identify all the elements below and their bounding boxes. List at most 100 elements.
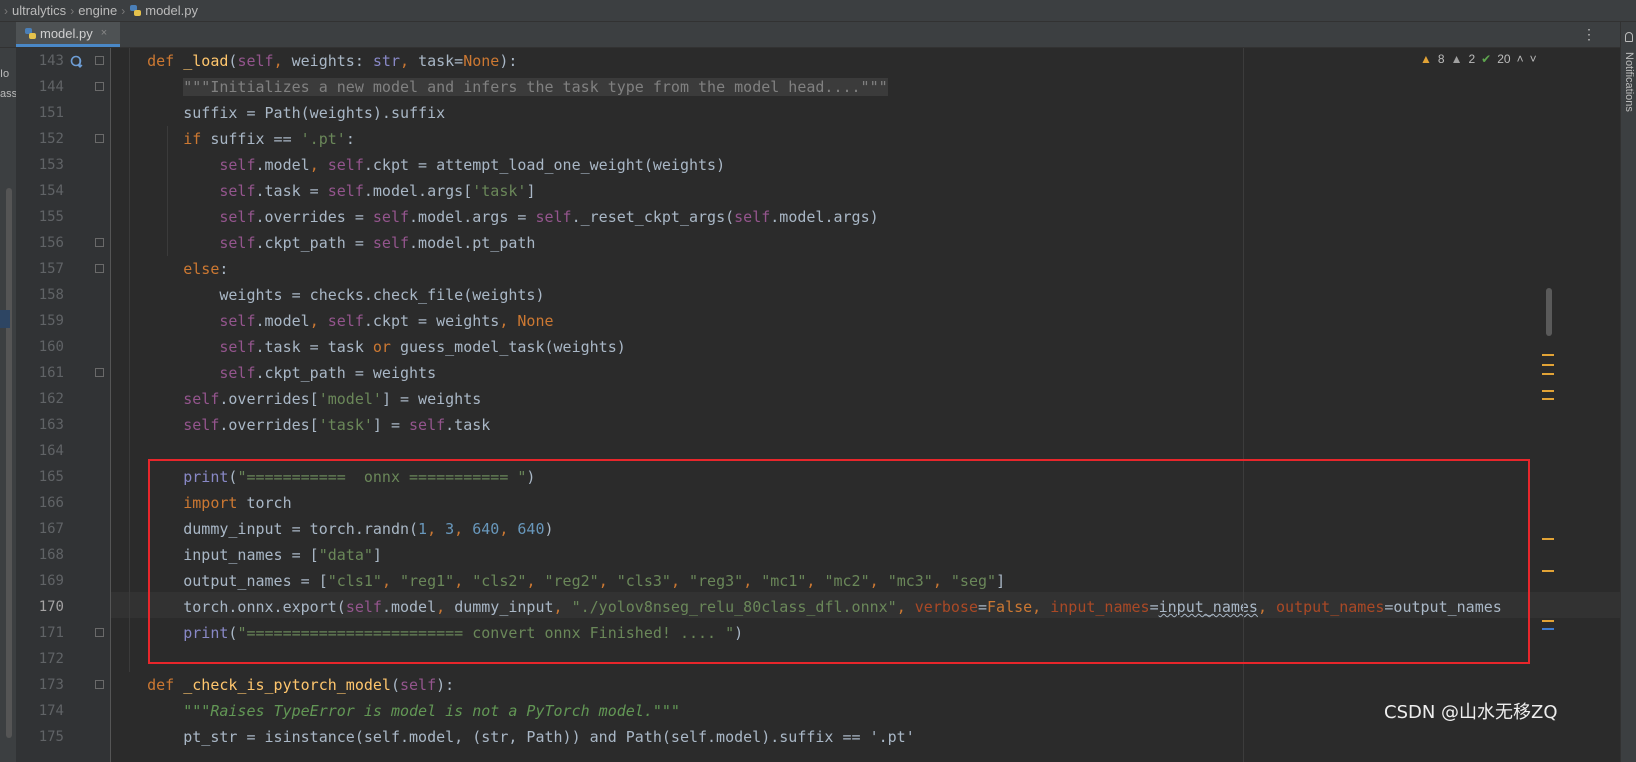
code-token: 3 [445,520,455,538]
fold-marker-icon[interactable] [95,264,104,273]
code-line[interactable]: self.overrides['model'] = weights [111,386,481,412]
code-line[interactable]: suffix = Path(weights).suffix [111,100,445,126]
code-token: 640 [472,520,500,538]
chevron-right-icon: › [4,3,8,18]
editor-tab-bar: model.py × ⋮ [0,22,1620,48]
code-token: , [454,572,473,590]
fold-marker-icon[interactable] [95,368,104,377]
code-line[interactable]: self.task = self.model.args['task'] [111,178,535,204]
chevron-up-icon[interactable]: ˄ [1517,52,1524,66]
warning-mark[interactable] [1542,538,1554,540]
code-line[interactable]: else: [111,256,228,282]
code-line[interactable]: self.model, self.ckpt = attempt_load_one… [111,152,725,178]
breadcrumb-item-engine[interactable]: engine [78,3,117,18]
code-editor[interactable]: 143 144 151 152 153 154 155 156 157 158 159 160 161 1… [16,48,1620,762]
code-line[interactable]: torch.onnx.export(self.model, dummy_inpu… [111,594,1502,620]
code-line[interactable]: """Initializes a new model and infers th… [111,74,888,100]
code-line[interactable]: """Raises TypeError is model is not a Py… [111,698,680,724]
project-scrollbar[interactable] [6,188,12,738]
inspection-widget[interactable]: ▲ 8 ▲ 2 ✔ 20 ˄ ˅ [1420,52,1537,66]
code-token: .task = [255,182,328,200]
check-icon: ✔ [1481,52,1492,66]
line-number: 167 [38,521,64,537]
code-token: weights = checks.check_file(weights) [111,286,545,304]
project-selection-highlight [0,310,10,328]
code-area[interactable]: def _load(self, weights: str, task=None)… [111,48,1620,762]
warning-mark[interactable] [1542,398,1554,400]
code-token: ): [436,676,455,694]
tab-model-py[interactable]: model.py × [16,22,120,47]
breadcrumb-item-label: model.py [145,3,198,18]
breadcrumb-item-ultralytics[interactable]: ultralytics [12,3,66,18]
code-token: self [219,364,256,382]
info-mark[interactable] [1542,628,1554,630]
code-token: self [400,676,437,694]
close-icon[interactable]: × [101,27,107,39]
code-line[interactable]: self.task = task or guess_model_task(wei… [111,334,626,360]
fold-marker-icon[interactable] [95,628,104,637]
code-token: _load [183,52,229,70]
warning-mark[interactable] [1542,620,1554,622]
notifications-tab[interactable]: Notifications [1623,52,1635,112]
code-line[interactable]: def _check_is_pytorch_model(self): [111,672,454,698]
code-line[interactable]: print("======================== convert … [111,620,743,646]
warning-mark[interactable] [1542,354,1554,356]
code-token: , [1032,598,1051,616]
warning-mark[interactable] [1542,373,1554,375]
code-line[interactable]: output_names = ["cls1", "reg1", "cls2", … [111,568,1005,594]
fold-marker-icon[interactable] [95,56,104,65]
code-line[interactable]: self.ckpt_path = self.model.pt_path [111,230,535,256]
code-line[interactable]: self.model, self.ckpt = weights, None [111,308,553,334]
code-line[interactable]: weights = checks.check_file(weights) [111,282,544,308]
code-token: , [454,520,473,538]
code-token: ] [996,572,1006,590]
code-line[interactable]: if suffix == '.pt': [111,126,355,152]
code-token: None [463,52,500,70]
line-number-gutter: 143 144 151 152 153 154 155 156 157 158 159 160 161 1… [16,48,111,762]
code-line[interactable]: import torch [111,490,291,516]
warning-mark[interactable] [1542,570,1554,572]
code-line[interactable]: print("=========== onnx =========== ") [111,464,535,490]
breadcrumb-item-file[interactable]: model.py [129,3,198,18]
breadcrumb: › ultralytics › engine › model.py [0,0,1636,22]
code-token: "mc3" [887,572,933,590]
code-line[interactable]: pt_str = isinstance(self.model, (str, Pa… [111,724,915,750]
bell-icon[interactable] [1625,32,1633,42]
line-number: 162 [38,391,64,407]
code-token: , [436,598,455,616]
code-token: , [381,572,400,590]
code-line[interactable]: dummy_input = torch.randn(1, 3, 640, 640… [111,516,553,542]
scroll-thumb[interactable] [1546,288,1552,336]
code-line[interactable]: self.ckpt_path = weights [111,360,436,386]
chevron-down-icon[interactable]: ˅ [1530,52,1537,66]
code-token: .model [255,156,310,174]
line-number: 158 [38,287,64,303]
code-line[interactable]: self.overrides = self.model.args = self.… [111,204,878,230]
code-line[interactable]: input_names = ["data"] [111,542,382,568]
warning-mark[interactable] [1542,364,1554,366]
code-token: ] = weights [381,390,482,408]
code-token: , [400,52,419,70]
code-token: .model [381,598,437,616]
fold-marker-icon[interactable] [95,680,104,689]
warning-mark[interactable] [1542,390,1554,392]
fold-marker-icon[interactable] [95,134,104,143]
error-stripe[interactable] [1538,48,1556,762]
code-token: .overrides[ [219,416,319,434]
fold-marker-icon[interactable] [95,82,104,91]
more-options-icon[interactable]: ⋮ [1582,26,1596,43]
code-token: .ckpt = weights [363,312,500,330]
code-token: guess_model_task(weights) [400,338,626,356]
code-line[interactable]: self.overrides['task'] = self.task [111,412,490,438]
ok-count: 20 [1497,52,1511,66]
code-line[interactable]: def _load(self, weights: str, task=None)… [111,48,517,74]
fold-marker-icon[interactable] [95,238,104,247]
override-marker-icon[interactable] [70,54,84,68]
